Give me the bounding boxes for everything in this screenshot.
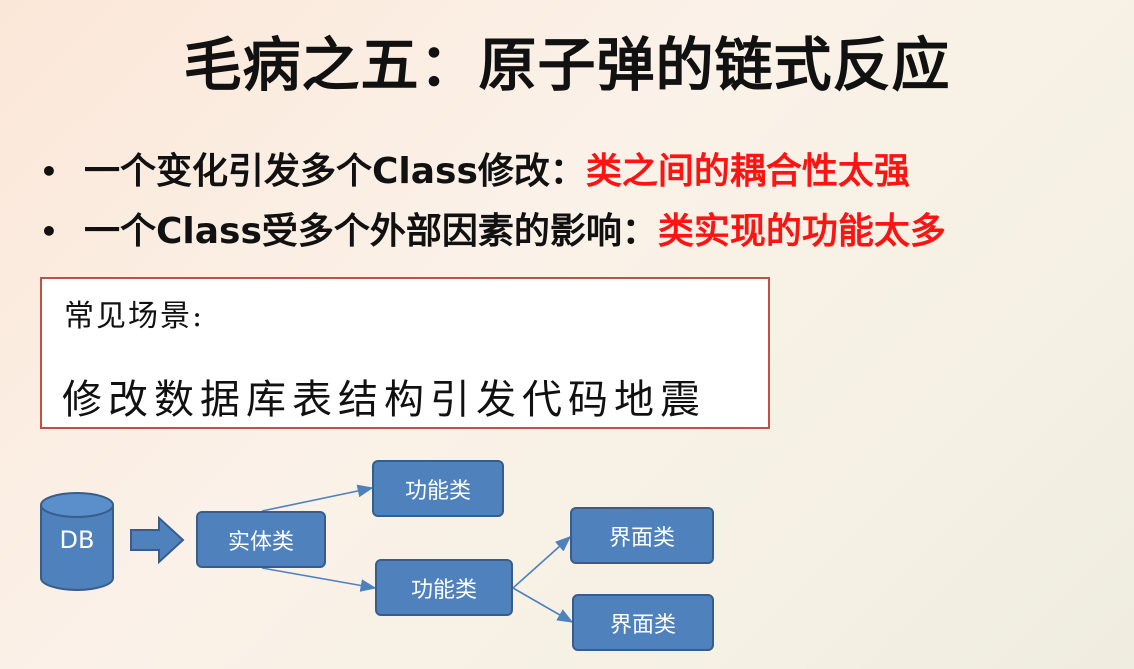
connector-line <box>261 484 374 512</box>
flow-arrow-icon <box>130 515 185 565</box>
function-class-box-top: 功能类 <box>372 460 504 517</box>
ui-class-box-bottom: 界面类 <box>572 594 714 651</box>
entity-class-box: 实体类 <box>196 511 326 568</box>
ui-class-box-top: 界面类 <box>570 507 714 564</box>
function-class-box-bottom: 功能类 <box>375 559 513 616</box>
dependency-diagram <box>40 484 574 623</box>
db-label: DB <box>59 526 95 554</box>
connector-line <box>261 567 377 592</box>
connector-line <box>512 587 574 623</box>
connector-line <box>512 535 572 589</box>
